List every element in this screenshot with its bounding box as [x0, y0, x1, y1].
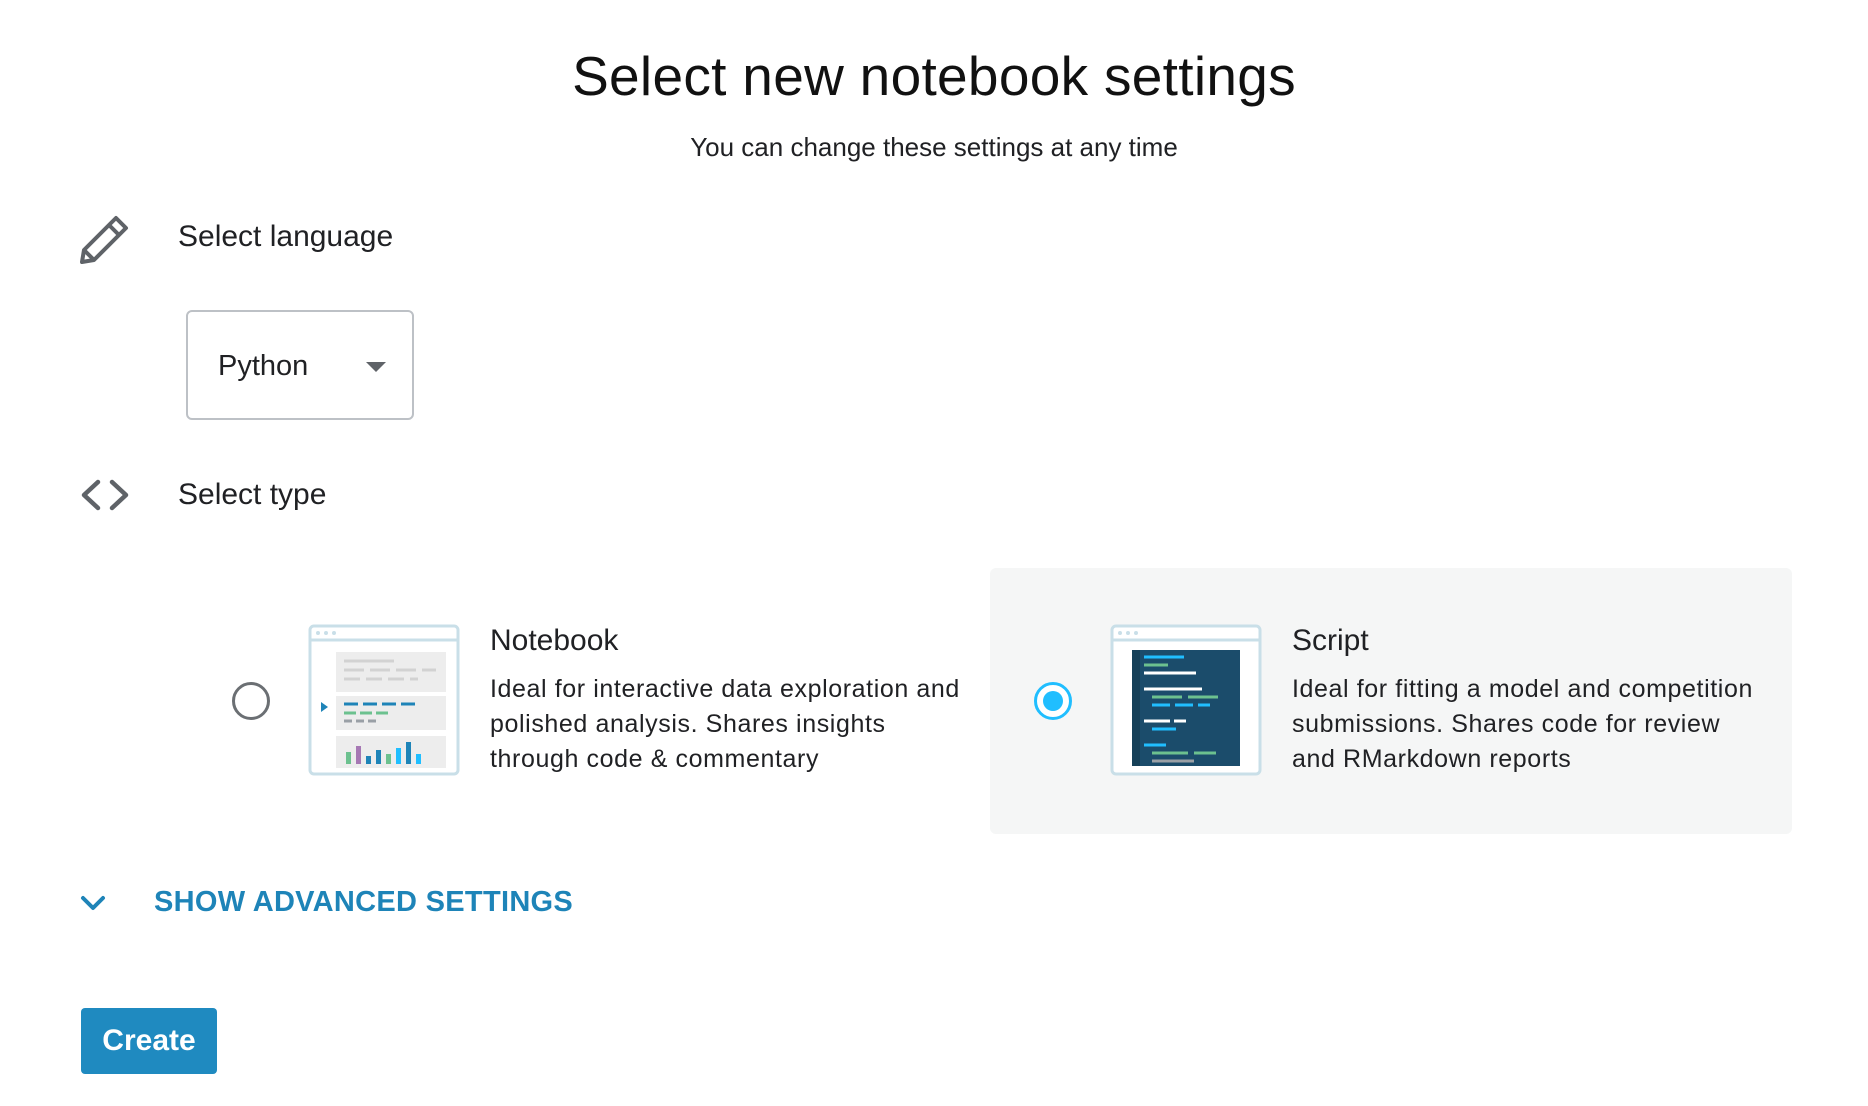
code-brackets-icon [81, 479, 129, 511]
chevron-down-icon [81, 896, 105, 910]
notebook-illustration [308, 624, 460, 776]
page-title: Select new notebook settings [572, 45, 1296, 107]
type-option-notebook[interactable]: Notebook Ideal for interactive data expl… [188, 568, 990, 834]
language-select[interactable]: Python [186, 310, 414, 420]
notebook-radio[interactable] [232, 682, 270, 720]
script-title: Script [1292, 624, 1369, 657]
script-illustration [1110, 624, 1262, 776]
select-type-label: Select type [178, 478, 327, 511]
page-subtitle: You can change these settings at any tim… [690, 132, 1178, 162]
language-select-value: Python [218, 350, 309, 382]
show-advanced-settings-label: SHOW ADVANCED SETTINGS [154, 886, 574, 918]
pencil-icon [80, 216, 128, 264]
notebook-description: Ideal for interactive data exploration a… [490, 675, 960, 773]
notebook-settings-page: Select new notebook settings You can cha… [0, 0, 1868, 1106]
script-radio[interactable] [1034, 682, 1072, 720]
script-description: Ideal for fitting a model and competitio… [1292, 675, 1753, 773]
caret-down-icon [366, 362, 386, 372]
notebook-title: Notebook [490, 624, 619, 657]
select-language-label: Select language [178, 220, 394, 253]
type-option-script[interactable]: Script Ideal for fitting a model and com… [990, 568, 1792, 834]
create-button[interactable]: Create [81, 1008, 217, 1074]
